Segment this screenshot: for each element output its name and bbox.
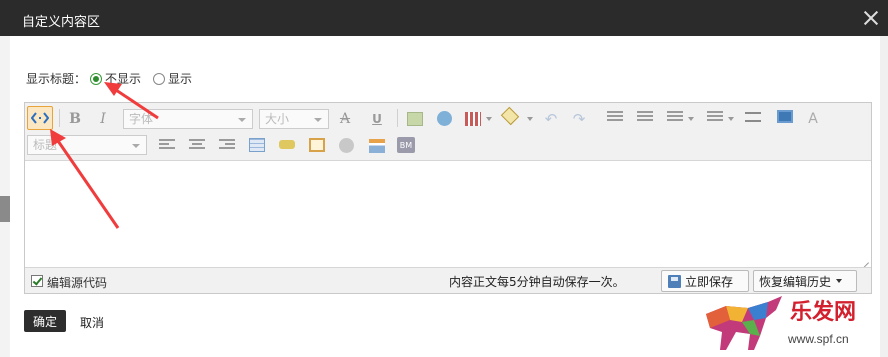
restore-history-label: 恢复编辑历史: [759, 274, 832, 289]
radio-show-title-label: 显示: [168, 72, 193, 86]
resize-grip-icon[interactable]: [861, 255, 869, 263]
editor-statusbar: 编辑源代码 内容正文每5分钟自动保存一次。 立即保存 恢复编辑历史: [25, 267, 871, 293]
show-title-label: 显示标题：: [26, 72, 87, 86]
toolbar-separator: [59, 109, 60, 127]
clear-format-icon[interactable]: A: [805, 109, 821, 129]
underline-icon[interactable]: U: [369, 109, 385, 129]
source-code-icon[interactable]: [27, 106, 53, 130]
fill-color-icon[interactable]: [500, 106, 520, 126]
dialog-titlebar: 自定义内容区: [0, 0, 888, 36]
grid-icon[interactable]: [249, 138, 265, 152]
close-icon[interactable]: [860, 7, 882, 29]
widget-icon[interactable]: [369, 139, 385, 153]
italic-icon[interactable]: I: [95, 109, 111, 129]
bullet-list-caret-icon[interactable]: [688, 117, 694, 121]
edit-source-label: 编辑源代码: [47, 276, 108, 290]
redo-icon[interactable]: ↷: [571, 109, 587, 129]
editor-toolbar: B I 字体 大小 A U ↶ ↷ A 标题 BM: [25, 103, 871, 161]
undo-icon[interactable]: ↶: [543, 109, 559, 129]
numbered-list-icon[interactable]: [707, 111, 723, 125]
save-now-label: 立即保存: [685, 274, 734, 289]
outdent-icon[interactable]: [637, 111, 653, 125]
rich-text-editor: B I 字体 大小 A U ↶ ↷ A 标题 BM 编辑源代码 内容正文每5分钟…: [24, 102, 872, 294]
table-icon[interactable]: [465, 112, 481, 126]
bold-icon[interactable]: B: [67, 109, 83, 129]
backdrop-left-bottom: [0, 222, 10, 357]
radio-unselected-icon[interactable]: [153, 72, 166, 85]
table-caret-icon[interactable]: [486, 117, 492, 121]
frame-icon[interactable]: [309, 138, 325, 152]
save-now-button[interactable]: 立即保存: [661, 270, 749, 292]
image-icon[interactable]: [407, 112, 423, 126]
horizontal-rule-icon[interactable]: [745, 112, 761, 122]
ok-button[interactable]: 确定: [24, 310, 66, 332]
backdrop-left-top: [0, 36, 10, 196]
heading-select[interactable]: 标题: [27, 135, 147, 155]
radio-hide-title-label: 不显示: [105, 72, 142, 86]
radio-hide-title[interactable]: 不显示: [90, 70, 141, 87]
restore-history-button[interactable]: 恢复编辑历史: [753, 270, 857, 292]
video-icon[interactable]: [777, 110, 793, 123]
align-right-icon[interactable]: [219, 139, 235, 153]
edit-source-checkbox[interactable]: [31, 275, 43, 287]
align-left-icon[interactable]: [159, 139, 175, 153]
strikethrough-icon[interactable]: A: [337, 109, 353, 129]
chevron-down-icon: [836, 279, 843, 283]
numbered-list-caret-icon[interactable]: [728, 117, 734, 121]
radio-show-title[interactable]: 显示: [153, 70, 192, 87]
autosave-notice: 内容正文每5分钟自动保存一次。: [449, 275, 625, 289]
flash-icon[interactable]: [339, 138, 354, 153]
show-title-row: 显示标题： 不显示 显示: [26, 70, 200, 87]
dialog-title: 自定义内容区: [22, 15, 101, 30]
align-center-icon[interactable]: [189, 139, 205, 153]
font-size-select[interactable]: 大小: [259, 109, 329, 129]
glasses-icon[interactable]: [279, 140, 295, 149]
indent-icon[interactable]: [607, 111, 623, 125]
toolbar-separator: [397, 109, 398, 127]
site-watermark: 乐发网 www.spf.cn: [696, 292, 886, 356]
font-family-select[interactable]: 字体: [123, 109, 253, 129]
editor-content-area[interactable]: [25, 161, 871, 267]
bm-icon[interactable]: BM: [397, 137, 415, 153]
bull-logo-icon: [706, 296, 782, 350]
emoticon-icon[interactable]: [437, 111, 452, 126]
watermark-url: www.spf.cn: [788, 332, 849, 346]
watermark-brand: 乐发网: [790, 299, 857, 325]
save-disk-icon: [668, 274, 681, 288]
backdrop-left-mid: [0, 196, 10, 222]
radio-selected-icon[interactable]: [90, 72, 103, 85]
cancel-button[interactable]: 取消: [80, 314, 104, 331]
fill-color-caret-icon[interactable]: [527, 117, 533, 121]
bullet-list-icon[interactable]: [667, 111, 683, 125]
